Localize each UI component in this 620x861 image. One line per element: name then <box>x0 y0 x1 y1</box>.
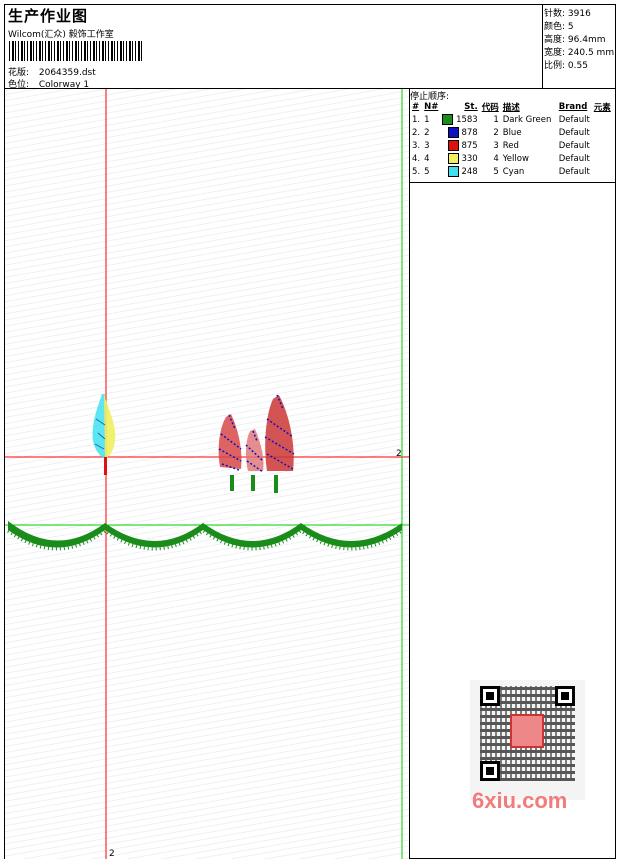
row-index: 4. <box>412 153 421 164</box>
row-stitches: 875 <box>461 141 478 151</box>
scale-value: 0.55 <box>567 61 588 71</box>
color-swatch <box>442 114 454 125</box>
row-brand: Default <box>558 127 590 138</box>
row-element <box>592 152 613 165</box>
color-swatch <box>447 127 459 138</box>
row-n: 5 <box>424 166 430 177</box>
row-desc: Cyan <box>502 166 525 177</box>
row-n: 2 <box>424 127 430 138</box>
watermark-text: 6xiu.com <box>472 788 568 813</box>
colors-stat: 颜色: 5 <box>544 19 574 32</box>
col-n: N# <box>424 102 439 112</box>
row-stitches: 1583 <box>456 115 478 125</box>
row-brand: Default <box>558 140 590 151</box>
col-index: # <box>412 102 420 112</box>
color-swatch <box>447 140 459 151</box>
table-row[interactable]: 4. 4 330 4 Yellow Default <box>410 152 613 165</box>
color-swatch <box>447 153 459 164</box>
row-index: 1. <box>412 114 421 125</box>
row-desc: Blue <box>502 127 522 138</box>
sheet-title: 生产作业图 <box>8 7 89 25</box>
width-value: 240.5 mm <box>567 48 615 58</box>
seal-stamp <box>510 714 544 748</box>
row-brand: Default <box>558 114 590 125</box>
design-canvas[interactable]: 2 2 <box>5 89 410 859</box>
table-row[interactable]: 3. 3 875 3 Red Default <box>410 139 613 152</box>
row-n: 3 <box>424 140 430 151</box>
qr-finder-icon <box>480 761 500 781</box>
scale-stat: 比例: 0.55 <box>544 58 588 71</box>
colors-label: 颜色: <box>544 22 566 32</box>
hmarker-label: 2 <box>396 449 402 459</box>
row-n: 1 <box>424 114 430 125</box>
width-stat: 宽度: 240.5 mm <box>544 45 614 58</box>
stitches-value: 3916 <box>567 9 591 19</box>
stats-panel: 针数: 3916 颜色: 5 高度: 96.4mm 宽度: 240.5 mm 比… <box>542 5 617 88</box>
row-code: 3 <box>493 140 499 151</box>
row-code: 5 <box>493 166 499 177</box>
row-code: 2 <box>493 127 499 138</box>
row-stitches: 878 <box>461 128 478 138</box>
header-info: 生产作业图 Wilcom(汇众) 毅饰工作室 花版: 2064359.dst 色… <box>5 5 542 90</box>
vmarker-label: 2 <box>109 849 115 859</box>
table-row[interactable]: 2. 2 878 2 Blue Default <box>410 126 613 139</box>
row-n: 4 <box>424 153 430 164</box>
qr-finder-icon <box>555 686 575 706</box>
height-stat: 高度: 96.4mm <box>544 32 606 45</box>
qr-code <box>470 680 585 800</box>
col-desc: 描述 <box>502 103 520 113</box>
row-brand: Default <box>558 166 590 177</box>
row-stitches: 248 <box>461 167 478 177</box>
scale-label: 比例: <box>544 61 566 71</box>
row-element <box>592 139 613 152</box>
row-desc: Red <box>502 140 519 151</box>
row-code: 1 <box>493 114 499 125</box>
col-element: 元素 <box>593 103 611 113</box>
stitches-label: 针数: <box>544 9 566 19</box>
middle-trees <box>218 394 295 493</box>
table-row[interactable]: 1. 1 1583 1 Dark Green Default <box>410 113 613 126</box>
barcode <box>9 41 143 61</box>
row-index: 2. <box>412 127 421 138</box>
left-tree <box>92 394 116 475</box>
colors-value: 5 <box>567 22 574 32</box>
table-divider <box>410 182 616 183</box>
col-brand: Brand <box>558 102 588 112</box>
row-index: 5. <box>412 166 421 177</box>
embroidery-preview: 2 2 <box>5 89 409 859</box>
color-table: # N# St. 代码 描述 Brand 元素 1. 1 1583 1 Dark… <box>410 101 613 178</box>
color-swatch <box>447 166 459 177</box>
height-label: 高度: <box>544 35 566 45</box>
row-index: 3. <box>412 140 421 151</box>
height-value: 96.4mm <box>567 35 606 45</box>
row-stitches: 330 <box>461 154 478 164</box>
row-element <box>592 126 613 139</box>
color-table-header: # N# St. 代码 描述 Brand 元素 <box>410 101 613 113</box>
col-stitches: St. <box>464 102 478 112</box>
col-code: 代码 <box>481 103 499 113</box>
row-desc: Dark Green <box>502 114 552 125</box>
row-code: 4 <box>493 153 499 164</box>
stitches-stat: 针数: 3916 <box>544 6 591 19</box>
company-name: Wilcom(汇众) 毅饰工作室 <box>8 30 114 40</box>
row-element <box>592 165 613 178</box>
table-row[interactable]: 5. 5 248 5 Cyan Default <box>410 165 613 178</box>
row-element <box>592 113 613 126</box>
width-label: 宽度: <box>544 48 566 58</box>
row-brand: Default <box>558 153 590 164</box>
qr-finder-icon <box>480 686 500 706</box>
row-desc: Yellow <box>502 153 529 164</box>
